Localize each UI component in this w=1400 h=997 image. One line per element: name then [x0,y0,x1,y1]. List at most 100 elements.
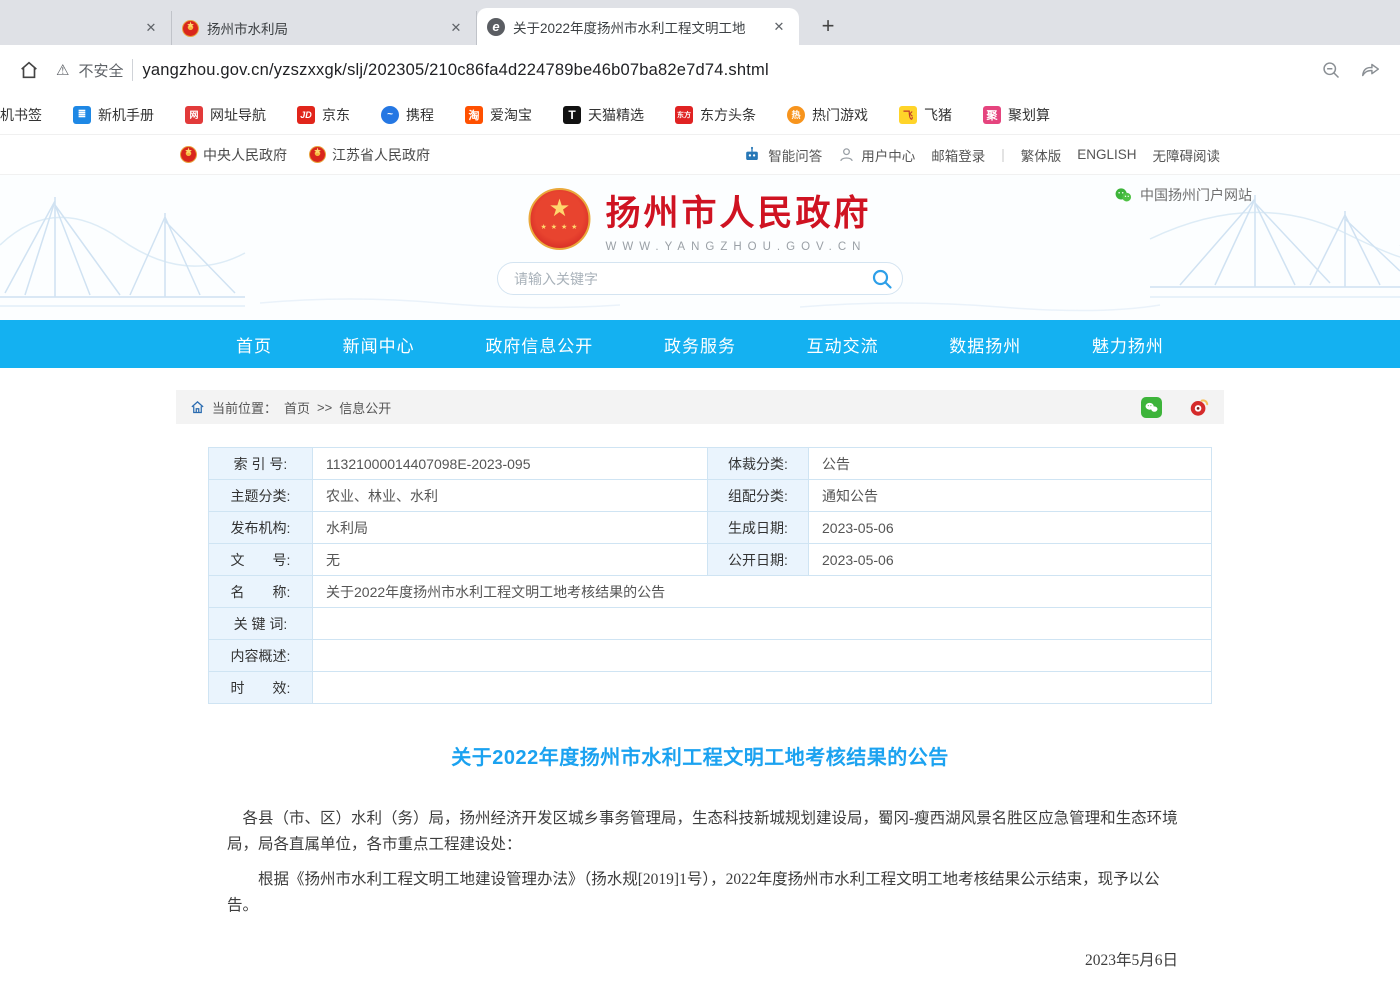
nav-news[interactable]: 新闻中心 [343,332,415,357]
wechat-icon [1114,186,1133,205]
gov-top-bar: 中央人民政府 江苏省人民政府 智能问答 [0,135,1400,175]
article-body: 各县（市、区）水利（务）局，扬州经济开发区城乡事务管理局，生态科技新城规划建设局… [176,806,1224,997]
meta-label: 发布机构: [209,512,313,544]
gov-link-label: 中央人民政府 [203,145,287,165]
meta-value: 2023-05-06 [809,512,1212,544]
nav-home[interactable]: 首页 [236,332,272,357]
close-icon[interactable]: ✕ [446,18,466,38]
zoom-out-icon[interactable] [1321,60,1342,81]
site-name: 扬州市人民政府 [605,185,871,236]
robot-icon [742,145,762,165]
browser-logo-icon: e [487,18,505,36]
table-row: 关 键 词: [209,608,1212,640]
search-icon[interactable] [870,267,894,291]
table-row: 文 号: 无 公开日期: 2023-05-06 [209,544,1212,576]
national-emblem-icon [528,188,590,250]
meta-value: 水利局 [313,512,708,544]
home-icon[interactable] [18,59,40,81]
breadcrumb-home-link[interactable]: 首页 [284,398,310,417]
url-field[interactable]: ⚠ 不安全 yangzhou.gov.cn/yzszxxgk/slj/20230… [56,59,1305,81]
warning-icon[interactable]: ⚠ [56,61,69,79]
share-icon[interactable] [1360,59,1382,81]
article-title: 关于2022年度扬州市水利工程文明工地考核结果的公告 [176,741,1224,770]
portal-link[interactable]: 中国扬州门户网站 [1114,185,1252,205]
home-icon[interactable] [190,400,205,415]
bookmark-xiecheng[interactable]: ~ 携程 [372,105,443,125]
tab-title: 扬州市水利局 [207,18,438,38]
manual-icon: ≣ [73,106,91,124]
portal-label: 中国扬州门户网站 [1140,185,1252,205]
bookmark-aitaobao[interactable]: 淘 爱淘宝 [456,105,541,125]
meta-label: 体裁分类: [708,448,809,480]
breadcrumb-current-link[interactable]: 信息公开 [339,398,391,417]
meta-value: 11321000014407098E-2023-095 [313,448,708,480]
close-icon[interactable]: ✕ [141,18,161,38]
close-icon[interactable]: ✕ [769,17,789,37]
table-row: 索 引 号: 11321000014407098E-2023-095 体裁分类:… [209,448,1212,480]
breadcrumb-separator: >> [317,400,332,415]
tab-active-announcement[interactable]: e 关于2022年度扬州市水利工程文明工地 ✕ [477,8,799,45]
site-banner: 扬州市人民政府 WWW.YANGZHOU.GOV.CN 中国扬州门户网站 [0,175,1400,320]
bookmark-label: 聚划算 [1008,105,1050,125]
meta-value [313,672,1212,704]
bookmark-remenyouxi[interactable]: 热 热门游戏 [778,105,877,125]
nav-info-disclosure[interactable]: 政府信息公开 [485,332,593,357]
bookmark-label: 携程 [406,105,434,125]
breadcrumb-prefix: 当前位置： [212,398,277,417]
link-accessibility[interactable]: 无障碍阅读 [1153,145,1221,165]
smart-qa-label: 智能问答 [768,145,822,165]
user-center-label: 用户中心 [861,145,915,165]
bookmark-jingdong[interactable]: JD 京东 [288,105,359,125]
search-input[interactable] [514,271,870,287]
meta-label: 主题分类: [209,480,313,512]
nav-interaction[interactable]: 互动交流 [807,332,879,357]
bookmark-feizhu[interactable]: 飞 飞猪 [890,105,961,125]
link-user-center[interactable]: 用户中心 [838,145,915,165]
meta-value: 通知公告 [809,480,1212,512]
gov-emblem-icon [180,146,197,163]
ctrip-icon: ~ [381,106,399,124]
tab-shuiliju[interactable]: 扬州市水利局 ✕ [172,11,477,45]
bookmark-juhuasuan[interactable]: 聚 聚划算 [974,105,1059,125]
new-tab-button[interactable]: + [813,11,843,41]
weibo-share-icon[interactable] [1188,396,1210,418]
tab-partial[interactable]: ✕ [0,11,172,45]
bookmark-jishuqian[interactable]: 机书签 [0,105,51,125]
main-nav: 首页 新闻中心 政府信息公开 政务服务 互动交流 数据扬州 魅力扬州 [0,320,1400,368]
link-smart-qa[interactable]: 智能问答 [742,145,822,165]
divider [132,59,133,81]
gov-emblem-icon [309,146,326,163]
meta-value [313,640,1212,672]
link-jiangsu-gov[interactable]: 江苏省人民政府 [309,145,430,165]
gov-link-label: 江苏省人民政府 [332,145,430,165]
bookmarks-bar: 机书签 ≣ 新机手册 网 网址导航 JD 京东 ~ 携程 淘 爱淘宝 T 天猫精… [0,95,1400,135]
meta-value: 无 [313,544,708,576]
meta-label: 文 号: [209,544,313,576]
bookmark-dongfangtoutiao[interactable]: 东方 东方头条 [666,105,765,125]
meta-label: 组配分类: [708,480,809,512]
bookmark-label: 京东 [322,105,350,125]
article-paragraph: 根据《扬州市水利工程文明工地建设管理办法》（扬水规[2019]1号），2022年… [227,867,1178,919]
bookmark-label: 热门游戏 [812,105,868,125]
jd-icon: JD [297,106,315,124]
url-text[interactable]: yangzhou.gov.cn/yzszxxgk/slj/202305/210c… [142,61,768,80]
bookmark-wangzhidaohang[interactable]: 网 网址导航 [176,105,275,125]
link-central-gov[interactable]: 中央人民政府 [180,145,287,165]
wechat-share-icon[interactable] [1141,397,1162,418]
nav-services[interactable]: 政务服务 [664,332,736,357]
search-bar[interactable] [497,262,903,295]
nav-data[interactable]: 数据扬州 [949,332,1021,357]
bookmark-tianmao[interactable]: T 天猫精选 [554,105,653,125]
fliggy-icon: 飞 [899,106,917,124]
link-mail-login[interactable]: 邮箱登录 [931,145,985,165]
bookmark-label: 机书签 [0,105,42,125]
link-traditional[interactable]: 繁体版 [1021,145,1062,165]
bookmark-xinjishouce[interactable]: ≣ 新机手册 [64,105,163,125]
link-english[interactable]: ENGLISH [1077,147,1136,162]
gov-emblem-icon [182,20,199,37]
tmall-icon: T [563,106,581,124]
nav-charm[interactable]: 魅力扬州 [1092,332,1164,357]
site-logo[interactable]: 扬州市人民政府 WWW.YANGZHOU.GOV.CN [528,185,871,253]
east-news-icon: 东方 [675,106,693,124]
site-url: WWW.YANGZHOU.GOV.CN [605,241,871,253]
